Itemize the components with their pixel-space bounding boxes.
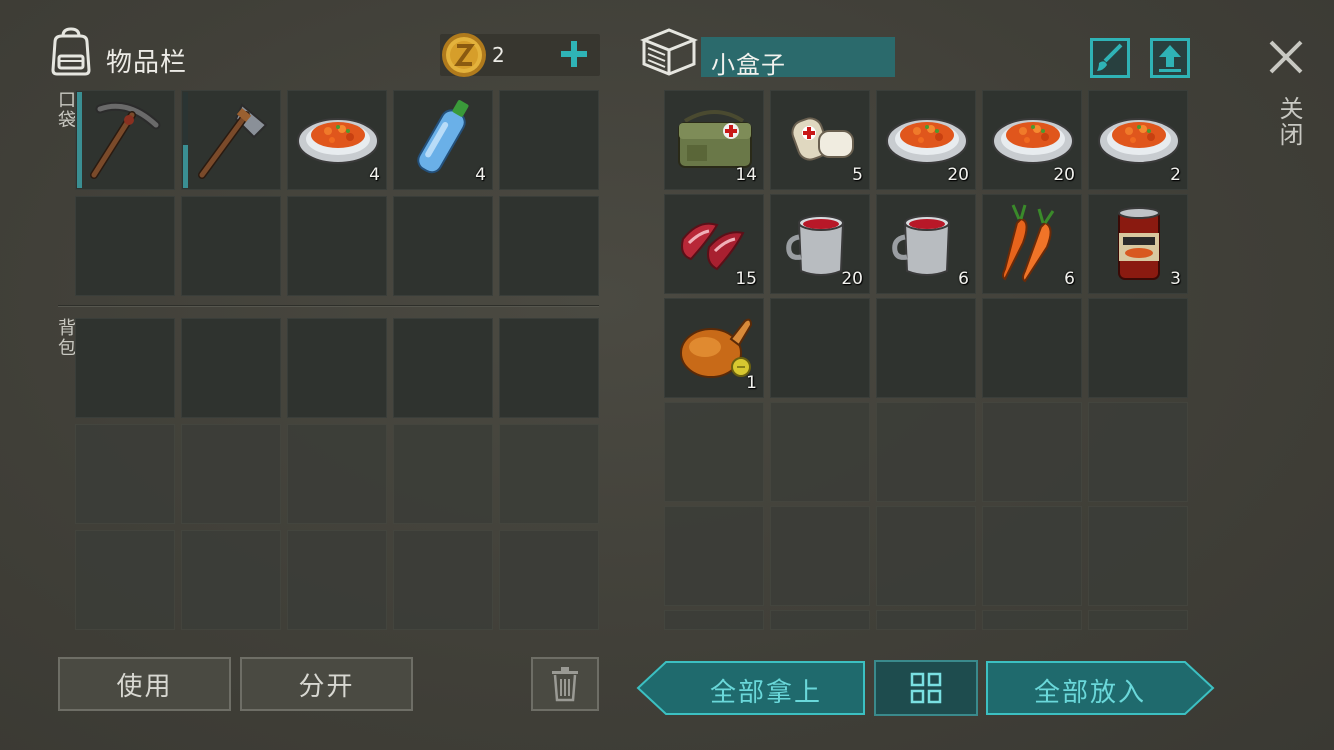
take-all-button[interactable]: 全部拿上 — [636, 660, 866, 716]
locked-slot — [664, 402, 764, 502]
pickaxe-icon — [198, 103, 268, 179]
item-count: 4 — [475, 165, 486, 185]
brush-icon — [1097, 43, 1123, 71]
container-slot[interactable]: 6 — [876, 194, 976, 294]
locked-slot — [75, 530, 175, 630]
container-name: 小盒子 — [711, 51, 786, 79]
container-slot[interactable] — [1088, 298, 1188, 398]
locked-slot — [982, 506, 1082, 606]
pocket-slot[interactable] — [75, 90, 175, 190]
locked-slot — [770, 402, 870, 502]
pocket-slot[interactable] — [499, 196, 599, 296]
locked-slot — [770, 506, 870, 606]
backpack-slot[interactable] — [287, 318, 387, 418]
item-count: 6 — [958, 269, 969, 289]
pocket-slot[interactable] — [393, 196, 493, 296]
put-all-label: 全部放入 — [1033, 678, 1146, 708]
coin-count: 2 — [492, 43, 505, 67]
locked-slot — [982, 610, 1082, 630]
item-count: 20 — [1053, 165, 1075, 185]
trash-button[interactable] — [531, 657, 599, 711]
item-count: 15 — [735, 269, 757, 289]
sort-button[interactable] — [874, 660, 978, 716]
coin-icon — [442, 33, 486, 77]
item-count: 4 — [369, 165, 380, 185]
pocket-slot[interactable] — [499, 90, 599, 190]
backpack-icon — [51, 27, 91, 76]
container-slot[interactable]: 6 — [982, 194, 1082, 294]
container-slot[interactable]: 2 — [1088, 90, 1188, 190]
item-count: 3 — [1170, 269, 1181, 289]
locked-slot — [1088, 402, 1188, 502]
item-count: 6 — [1064, 269, 1075, 289]
locked-slot — [181, 424, 281, 524]
pocket-slot[interactable] — [181, 196, 281, 296]
add-coins-button[interactable] — [558, 38, 590, 70]
item-count: 20 — [841, 269, 863, 289]
container-slot[interactable]: 14 — [664, 90, 764, 190]
item-count: 14 — [735, 165, 757, 185]
backpack-slot[interactable] — [181, 318, 281, 418]
take-all-label: 全部拿上 — [709, 678, 822, 708]
box-icon — [640, 28, 698, 76]
item-count: 2 — [1170, 165, 1181, 185]
backpack-slot[interactable] — [499, 318, 599, 418]
upload-icon — [1159, 45, 1181, 72]
upload-button[interactable] — [1150, 38, 1190, 78]
locked-slot — [982, 402, 1082, 502]
item-count: 5 — [852, 165, 863, 185]
rename-button[interactable] — [1090, 38, 1130, 78]
container-slot[interactable]: 20 — [876, 90, 976, 190]
split-button[interactable]: 分开 — [240, 657, 413, 711]
trash-icon — [552, 667, 578, 702]
locked-slot — [181, 530, 281, 630]
put-all-button[interactable]: 全部放入 — [985, 660, 1215, 716]
pocket-slot[interactable] — [181, 90, 281, 190]
locked-slot — [876, 506, 976, 606]
container-name-field[interactable]: 小盒子 — [701, 37, 895, 79]
locked-slot — [499, 424, 599, 524]
item-count: 1 — [746, 373, 757, 393]
container-slot[interactable]: 20 — [770, 194, 870, 294]
container-slot[interactable]: 1 — [664, 298, 764, 398]
locked-slot — [393, 530, 493, 630]
pocket-slot[interactable]: 4 — [393, 90, 493, 190]
locked-slot — [770, 610, 870, 630]
locked-slot — [876, 402, 976, 502]
pocket-slot[interactable] — [287, 196, 387, 296]
locked-slot — [393, 424, 493, 524]
item-count: 20 — [947, 165, 969, 185]
section-divider — [58, 305, 599, 307]
backpack-slot[interactable] — [393, 318, 493, 418]
locked-slot — [287, 530, 387, 630]
container-slot[interactable]: 20 — [982, 90, 1082, 190]
pocket-slot[interactable] — [75, 196, 175, 296]
pocket-slot[interactable]: 4 — [287, 90, 387, 190]
container-slot[interactable] — [770, 298, 870, 398]
locked-slot — [664, 506, 764, 606]
container-slot[interactable] — [982, 298, 1082, 398]
container-slot[interactable] — [876, 298, 976, 398]
locked-slot — [287, 424, 387, 524]
locked-slot — [75, 424, 175, 524]
pickaxe-icon — [90, 101, 161, 179]
container-slot[interactable]: 3 — [1088, 194, 1188, 294]
locked-slot — [499, 530, 599, 630]
use-button[interactable]: 使用 — [58, 657, 231, 711]
locked-slot — [1088, 610, 1188, 630]
close-label[interactable]: 关闭 — [1272, 96, 1307, 148]
close-icon[interactable] — [1267, 38, 1305, 76]
locked-slot — [876, 610, 976, 630]
locked-slot — [664, 610, 764, 630]
locked-slot — [1088, 506, 1188, 606]
backpack-slot[interactable] — [75, 318, 175, 418]
container-slot[interactable]: 15 — [664, 194, 764, 294]
grid-sort-icon — [910, 672, 942, 704]
inventory-title: 物品栏 — [106, 48, 188, 78]
container-slot[interactable]: 5 — [770, 90, 870, 190]
